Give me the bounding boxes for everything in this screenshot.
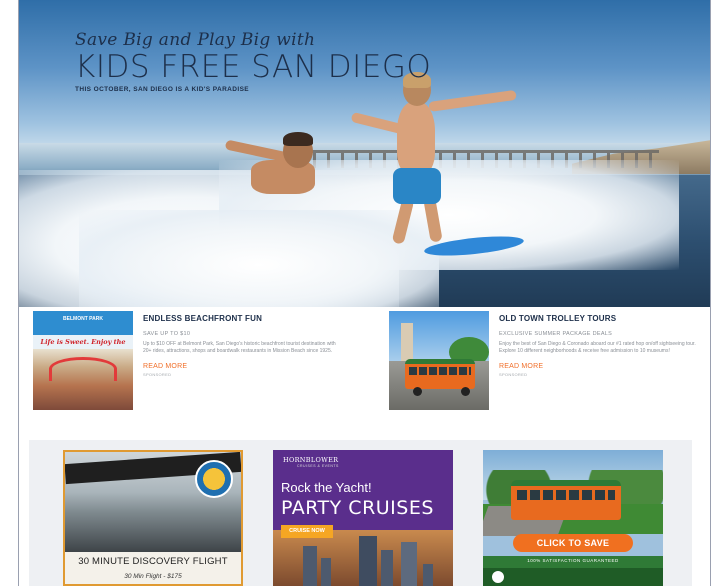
click-to-save-button[interactable]: CLICK TO SAVE: [513, 534, 633, 552]
cruise-now-button[interactable]: CRUISE NOW: [281, 525, 333, 538]
feature-body: Enjoy the best of San Diego & Coronado a…: [499, 341, 696, 354]
ad-strip: 30 MINUTE DISCOVERY FLIGHT 30 Min Flight…: [29, 440, 692, 586]
hero-heading: Save Big and Play Big with KIDS FREE SAN…: [75, 30, 431, 93]
feature-belmont-park: BELMONT PARK Life is Sweet. Enjoy the Ri…: [33, 311, 363, 415]
hero-subtitle: THIS OCTOBER, SAN DIEGO IS A KID'S PARAD…: [75, 86, 250, 93]
hornblower-logo-subtext: CRUISES & EVENTS: [297, 464, 339, 468]
page-frame: Save Big and Play Big with KIDS FREE SAN…: [18, 0, 711, 586]
belmont-logo-text: BELMONT PARK: [63, 316, 103, 322]
ad-discovery-flight[interactable]: 30 MINUTE DISCOVERY FLIGHT 30 Min Flight…: [63, 450, 243, 586]
read-more-link[interactable]: READ MORE: [143, 363, 353, 370]
adventures-logo-icon: [195, 460, 233, 498]
ad-old-town-trolley[interactable]: CLICK TO SAVE 100% SATISFACTION GUARANTE…: [483, 450, 663, 586]
hero-banner[interactable]: Save Big and Play Big with KIDS FREE SAN…: [19, 0, 710, 307]
feature-subtitle: SAVE UP TO $10: [143, 331, 191, 337]
feature-title[interactable]: OLD TOWN TROLLEY TOURS: [499, 314, 709, 323]
ad-sublabel: 30 Min Flight - $175: [124, 573, 182, 580]
sponsored-tag: SPONSORED: [143, 372, 172, 377]
badge-icon: [489, 568, 507, 586]
hero-script-text: Save Big and Play Big with: [75, 30, 316, 50]
trolley-shape: [511, 480, 621, 520]
trolley-image[interactable]: [389, 311, 489, 410]
guarantee-text: 100% SATISFACTION GUARANTEED: [527, 558, 619, 563]
tower-shape: [401, 323, 413, 363]
feature-subtitle: EXCLUSIVE SUMMER PACKAGE DEALS: [499, 331, 613, 337]
read-more-link[interactable]: READ MORE: [499, 363, 709, 370]
feature-title[interactable]: ENDLESS BEACHFRONT FUN: [143, 314, 353, 323]
feature-body: Up to $10 OFF at Belmont Park, San Diego…: [143, 341, 336, 354]
feature-old-town-trolley: OLD TOWN TROLLEY TOURS EXCLUSIVE SUMMER …: [389, 311, 709, 415]
ad-title: PARTY CRUISES: [281, 497, 434, 519]
sponsored-tag: SPONSORED: [499, 372, 528, 377]
ad-headline: Rock the Yacht!: [281, 480, 372, 495]
skyline-photo: [273, 530, 453, 586]
ad-label: 30 MINUTE DISCOVERY FLIGHT: [78, 556, 228, 567]
ad-hornblower-cruises[interactable]: HORNBLOWER CRUISES & EVENTS Rock the Yac…: [273, 450, 453, 586]
roller-coaster-shape: [49, 357, 117, 381]
hero-title: KIDS FREE SAN DIEGO: [75, 49, 432, 85]
hornblower-logo-text: HORNBLOWER: [283, 456, 339, 464]
belmont-park-image[interactable]: BELMONT PARK Life is Sweet. Enjoy the Ri…: [33, 311, 133, 410]
